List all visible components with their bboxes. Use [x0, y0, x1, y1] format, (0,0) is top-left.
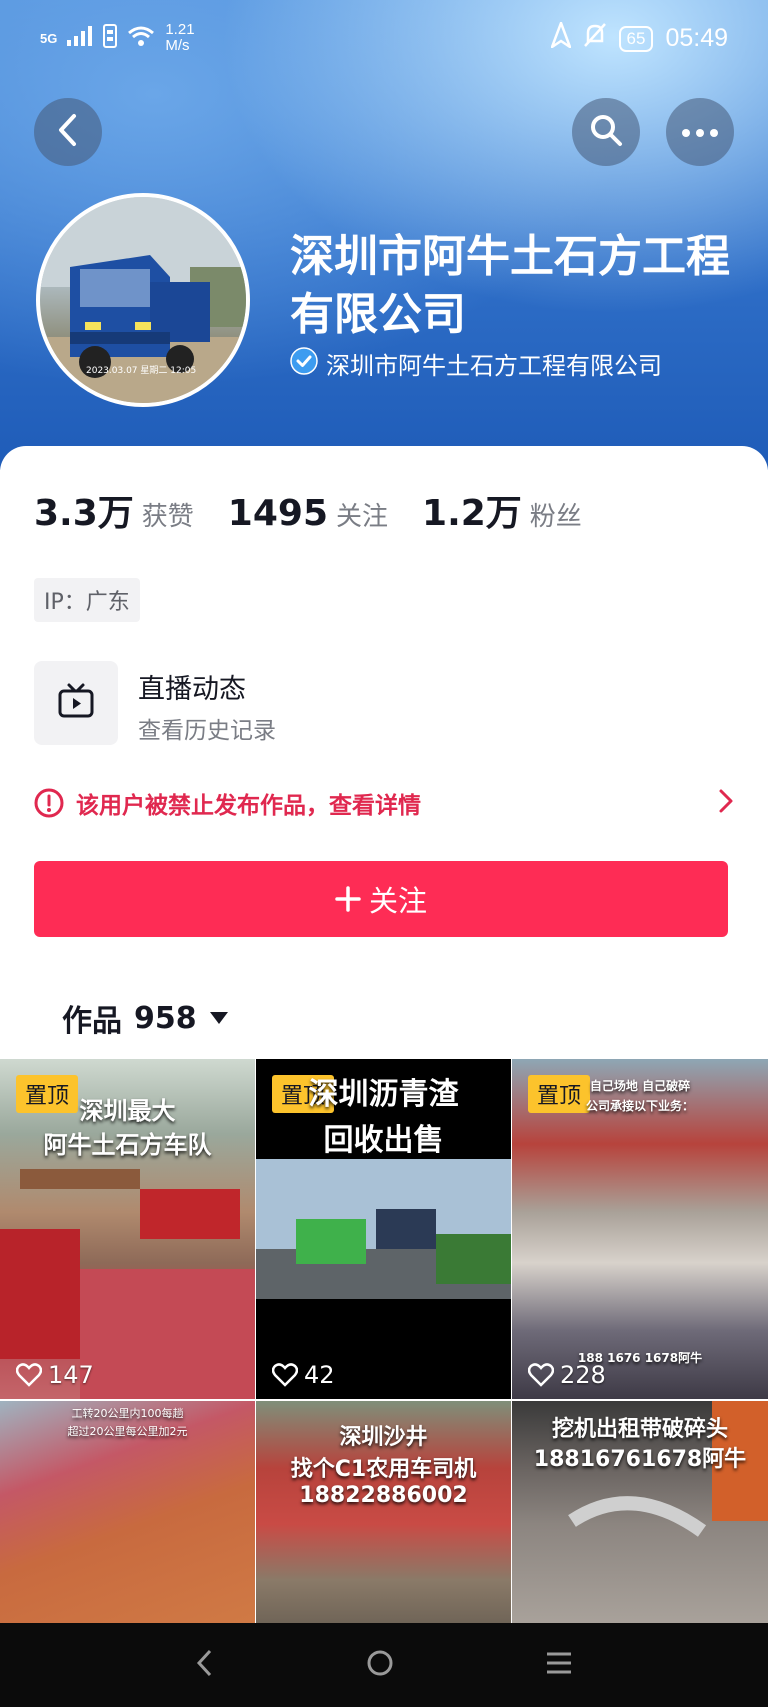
tile-likes-count: 147	[48, 1361, 94, 1389]
ip-location-tag: IP：广东	[34, 578, 140, 622]
heart-icon	[528, 1363, 554, 1387]
more-dots-icon	[681, 123, 719, 142]
profile-name: 深圳市阿牛土石方工程有限公司	[290, 231, 730, 340]
avatar[interactable]: 2023.03.07 星期二 12:05	[36, 193, 250, 407]
avatar-timestamp: 2023.03.07 星期二 12:05	[86, 366, 197, 376]
net-speed-value: 1.21	[165, 21, 195, 38]
location-arrow-icon	[548, 19, 573, 55]
network-label: 5G	[40, 30, 58, 46]
heart-icon	[272, 1363, 298, 1387]
followers-count[interactable]: 1.2万	[422, 484, 522, 536]
verified-badge-row: 深圳市阿牛土石方工程有限公司	[290, 346, 662, 381]
plus-icon	[335, 886, 361, 912]
verified-label: 深圳市阿牛土石方工程有限公司	[326, 352, 662, 380]
tile-likes-count: 228	[560, 1361, 606, 1389]
video-tile[interactable]: 置顶 自己场地 自己破碎 公司承接以下业务： 188 1676 1678阿牛 2…	[512, 1059, 768, 1399]
mute-bell-icon	[583, 22, 607, 55]
likes-label: 获赞	[141, 502, 194, 532]
following-label[interactable]: 关注	[336, 496, 388, 533]
net-speed: 1.21 M/s	[165, 22, 194, 54]
likes-count: 3.3万	[34, 493, 134, 534]
tile-caption: 深圳沙井	[339, 1425, 428, 1450]
tile-likes: 147	[16, 1361, 94, 1389]
video-tile[interactable]: 置顶 深圳沥青渣 回收出售 42	[256, 1059, 511, 1399]
status-right: 65 05:49	[548, 19, 728, 55]
chevron-left-icon	[56, 113, 80, 151]
stats-row: 3.3万 获赞 1495 关注 1.2万 粉丝	[34, 484, 616, 536]
system-nav-bar	[0, 1623, 768, 1707]
more-button[interactable]	[666, 98, 734, 166]
sim-icon	[103, 24, 118, 52]
video-tile[interactable]: 深圳沙井 找个C1农用车司机 18822886002	[256, 1401, 511, 1625]
ban-notice[interactable]: 该用户被禁止发布作品，查看详情	[34, 786, 734, 820]
tile-caption: 自己场地 自己破碎	[589, 1079, 691, 1093]
live-title: 直播动态	[138, 674, 246, 705]
tile-caption: 18816761678阿牛	[533, 1447, 747, 1472]
tile-caption: 深圳沥青渣	[308, 1077, 459, 1112]
tile-likes: 42	[272, 1361, 335, 1389]
heart-icon	[16, 1363, 42, 1387]
search-button[interactable]	[572, 98, 640, 166]
live-icon-box	[34, 661, 118, 745]
clock: 05:49	[665, 24, 728, 52]
nav-menu-icon[interactable]	[545, 1650, 573, 1680]
search-icon	[589, 113, 623, 151]
signal-icon	[67, 26, 93, 50]
tile-caption: 深圳最大	[79, 1097, 176, 1125]
nav-back-icon[interactable]	[195, 1648, 215, 1682]
following-count[interactable]: 1495	[228, 493, 328, 534]
battery-indicator: 65	[618, 25, 654, 52]
chevron-right-icon	[718, 788, 734, 820]
tile-likes-count: 42	[304, 1361, 335, 1389]
net-speed-unit: M/s	[165, 37, 190, 54]
status-left: 5G 1.21 M/s	[40, 22, 195, 54]
tile-caption: 公司承接以下业务：	[585, 1099, 694, 1113]
video-tile[interactable]: 挖机出租带破碎头 18816761678阿牛	[512, 1401, 768, 1625]
tile-caption: 阿牛土石方车队	[43, 1131, 212, 1159]
works-tab[interactable]: 作品 958	[62, 996, 229, 1040]
live-subtitle: 查看历史记录	[138, 718, 276, 744]
tile-caption: 回收出售	[323, 1123, 444, 1158]
video-tile[interactable]: 置顶 深圳最大 阿牛土石方车队 147	[0, 1059, 255, 1399]
works-label: 作品	[62, 1004, 122, 1039]
tile-caption: 18822886002	[299, 1483, 468, 1508]
works-grid: 置顶 深圳最大 阿牛土石方车队 147 置顶 深圳沥青渣 回收出售 42 置顶 …	[0, 1059, 768, 1625]
follow-button-label: 关注	[368, 886, 427, 918]
tile-caption: 超过20公里每公里加2元	[67, 1425, 188, 1438]
status-bar: 5G 1.21 M/s 65 05:49	[0, 18, 768, 62]
tile-caption: 找个C1农用车司机	[290, 1457, 477, 1482]
tile-caption: 挖机出租带破碎头	[551, 1417, 728, 1442]
back-button[interactable]	[34, 98, 102, 166]
tile-caption: 工转20公里内100每趟	[71, 1407, 184, 1420]
warning-icon	[34, 788, 64, 818]
tv-icon	[57, 682, 95, 724]
verified-check-icon	[290, 346, 318, 381]
wifi-icon	[127, 25, 155, 51]
ban-notice-text: 该用户被禁止发布作品，查看详情	[76, 793, 421, 819]
caret-down-icon	[209, 1011, 229, 1025]
follow-button[interactable]: 关注	[34, 861, 728, 937]
nav-home-icon[interactable]	[365, 1648, 395, 1682]
works-count: 958	[134, 1000, 197, 1036]
video-tile[interactable]: 工转20公里内100每趟 超过20公里每公里加2元	[0, 1401, 255, 1625]
live-history-entry[interactable]: 直播动态 查看历史记录	[34, 661, 734, 745]
followers-label[interactable]: 粉丝	[530, 496, 582, 533]
tile-likes: 228	[528, 1361, 606, 1389]
